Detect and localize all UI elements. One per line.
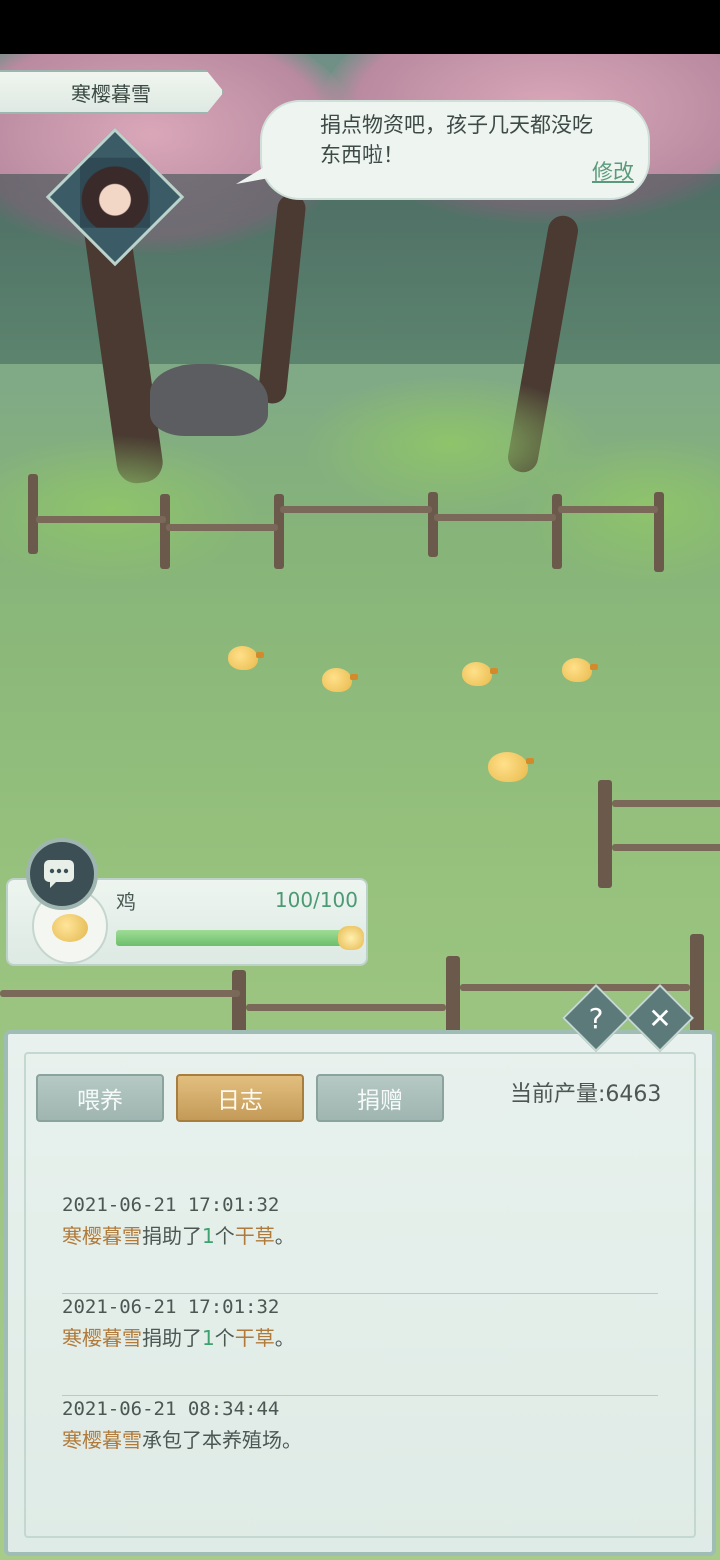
log-text: 寒樱暮雪捐助了1个干草。 — [62, 1322, 658, 1351]
log-item: 干草 — [234, 1326, 275, 1350]
chat-icon — [44, 860, 74, 888]
speech-bubble: 捐点物资吧，孩子几天都没吃东西啦！ 修改 — [260, 100, 650, 200]
chick[interactable] — [462, 662, 498, 686]
grass — [0, 434, 260, 584]
chick[interactable] — [488, 752, 534, 782]
animal-hp-fill — [116, 930, 344, 946]
log-entry: 2021-06-21 08:34:44 寒樱暮雪承包了本养殖场。 — [62, 1396, 658, 1498]
log-action: 承包了本养殖场。 — [142, 1428, 302, 1452]
fence-post — [654, 492, 664, 572]
fence-rail — [612, 800, 720, 807]
fence-rail — [434, 514, 556, 521]
current-production: 当前产量:6463 — [510, 1082, 662, 1107]
log-item: 干草 — [234, 1224, 275, 1248]
rock — [150, 364, 268, 436]
fence-rail — [612, 844, 720, 851]
fence-rail — [36, 516, 166, 523]
npc-portrait — [80, 157, 150, 228]
log-time: 2021-06-21 17:01:32 — [62, 1194, 280, 1216]
npc-name-banner: 寒樱暮雪 — [0, 70, 224, 114]
log-end: 。 — [274, 1224, 295, 1248]
animal-hp-text: 100/100 — [274, 888, 358, 912]
log-user: 寒樱暮雪 — [62, 1224, 142, 1248]
log-text: 寒樱暮雪承包了本养殖场。 — [62, 1424, 658, 1453]
edit-speech-link[interactable]: 修改 — [592, 156, 634, 186]
log-time: 2021-06-21 17:01:32 — [62, 1296, 280, 1318]
fence-post — [598, 780, 612, 888]
log-entry: 2021-06-21 17:01:32 寒樱暮雪捐助了1个干草。 — [62, 1294, 658, 1396]
speech-text: 捐点物资吧，孩子几天都没吃东西啦！ — [320, 113, 593, 167]
close-icon: ✕ — [648, 1001, 672, 1035]
status-bar — [0, 0, 720, 54]
fence-rail — [558, 506, 658, 513]
log-text: 寒樱暮雪捐助了1个干草。 — [62, 1220, 658, 1249]
log-count: 1 — [202, 1224, 215, 1248]
log-time: 2021-06-21 08:34:44 — [62, 1398, 280, 1420]
log-action: 捐助了 — [142, 1224, 202, 1248]
log-list: 2021-06-21 17:01:32 寒樱暮雪捐助了1个干草。 2021-06… — [62, 1192, 658, 1498]
chick[interactable] — [228, 646, 264, 670]
log-count: 1 — [202, 1326, 215, 1350]
fence-post — [160, 494, 170, 569]
chick-icon — [52, 914, 88, 942]
chick[interactable] — [562, 658, 598, 682]
tab-donate[interactable]: 捐赠 — [316, 1074, 444, 1122]
tab-log[interactable]: 日志 — [176, 1074, 304, 1122]
log-unit: 个 — [214, 1224, 235, 1248]
fence-post — [428, 492, 438, 557]
npc-name: 寒樱暮雪 — [71, 81, 151, 106]
help-icon: ? — [588, 1001, 604, 1035]
log-action: 捐助了 — [142, 1326, 202, 1350]
fence-rail — [246, 1004, 446, 1011]
fence-rail — [0, 990, 240, 997]
log-unit: 个 — [214, 1326, 235, 1350]
chick[interactable] — [322, 668, 358, 692]
fence-rail — [166, 524, 278, 531]
tab-donate-label: 捐赠 — [357, 1088, 403, 1114]
log-end: 。 — [274, 1326, 295, 1350]
grain-icon — [338, 926, 364, 950]
tab-feed-label: 喂养 — [77, 1088, 123, 1114]
animal-hp-bar — [116, 930, 344, 946]
tab-feed[interactable]: 喂养 — [36, 1074, 164, 1122]
log-entry: 2021-06-21 17:01:32 寒樱暮雪捐助了1个干草。 — [62, 1192, 658, 1294]
chat-button[interactable] — [26, 838, 98, 910]
log-user: 寒樱暮雪 — [62, 1428, 142, 1452]
tab-log-label: 日志 — [217, 1088, 263, 1114]
log-user: 寒樱暮雪 — [62, 1326, 142, 1350]
fence-rail — [280, 506, 432, 513]
animal-name: 鸡 — [116, 890, 136, 914]
fence-post — [28, 474, 38, 554]
